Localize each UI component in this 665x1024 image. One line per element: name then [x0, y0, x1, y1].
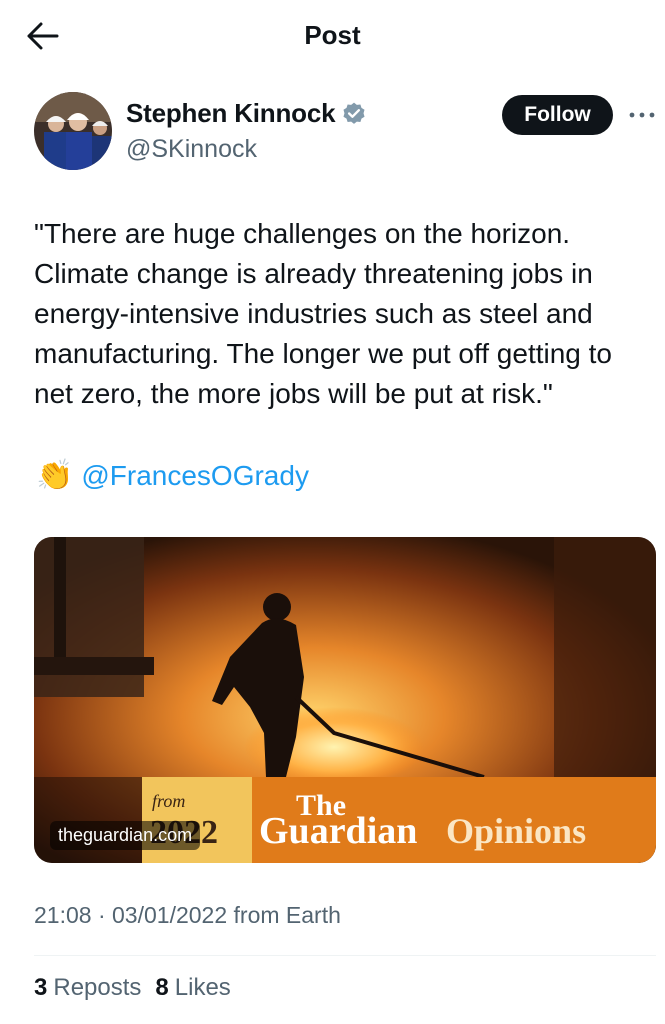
- card-domain: theguardian.com: [50, 821, 201, 850]
- mention-link[interactable]: @FrancesOGrady: [81, 460, 309, 492]
- author-handle[interactable]: @SKinnock: [126, 135, 367, 164]
- more-horizontal-icon: [629, 112, 655, 118]
- reposts-stat[interactable]: 3 Reposts: [34, 974, 141, 1002]
- link-card[interactable]: from 2022 The Guardian Opinions theguard…: [34, 537, 656, 863]
- mention-row: 👏 @FrancesOGrady: [36, 456, 309, 496]
- avatar-image: [34, 92, 112, 170]
- post-date[interactable]: 03/01/2022: [112, 902, 227, 928]
- post-source: from Earth: [233, 902, 341, 928]
- likes-stat[interactable]: 8 Likes: [155, 974, 230, 1002]
- clapping-hands-icon: 👏: [36, 459, 74, 492]
- card-image: from 2022 The Guardian Opinions: [34, 537, 656, 863]
- likes-label: Likes: [174, 974, 231, 1001]
- verified-badge-icon: [343, 102, 365, 124]
- likes-count: 8: [155, 974, 169, 1001]
- page-title: Post: [304, 20, 361, 50]
- avatar[interactable]: [34, 92, 112, 170]
- banner-guardian: Guardian: [259, 810, 417, 852]
- author-info: Stephen Kinnock @SKinnock: [126, 98, 367, 164]
- banner-from: from: [152, 791, 185, 811]
- divider: [34, 955, 656, 956]
- post-time[interactable]: 21:08: [34, 902, 92, 928]
- post-stats: 3 Reposts 8 Likes: [34, 974, 231, 1002]
- follow-button[interactable]: Follow: [502, 95, 613, 135]
- reposts-count: 3: [34, 974, 48, 1001]
- top-bar: Post: [0, 0, 665, 70]
- tweet-text: "There are huge challenges on the horizo…: [34, 218, 620, 409]
- reposts-label: Reposts: [53, 974, 142, 1001]
- banner-opinions: Opinions: [446, 811, 586, 851]
- meta-separator: ·: [97, 902, 106, 928]
- more-button[interactable]: [626, 104, 658, 126]
- post-meta: 21:08 · 03/01/2022 from Earth: [34, 902, 341, 929]
- author-name[interactable]: Stephen Kinnock: [126, 98, 336, 129]
